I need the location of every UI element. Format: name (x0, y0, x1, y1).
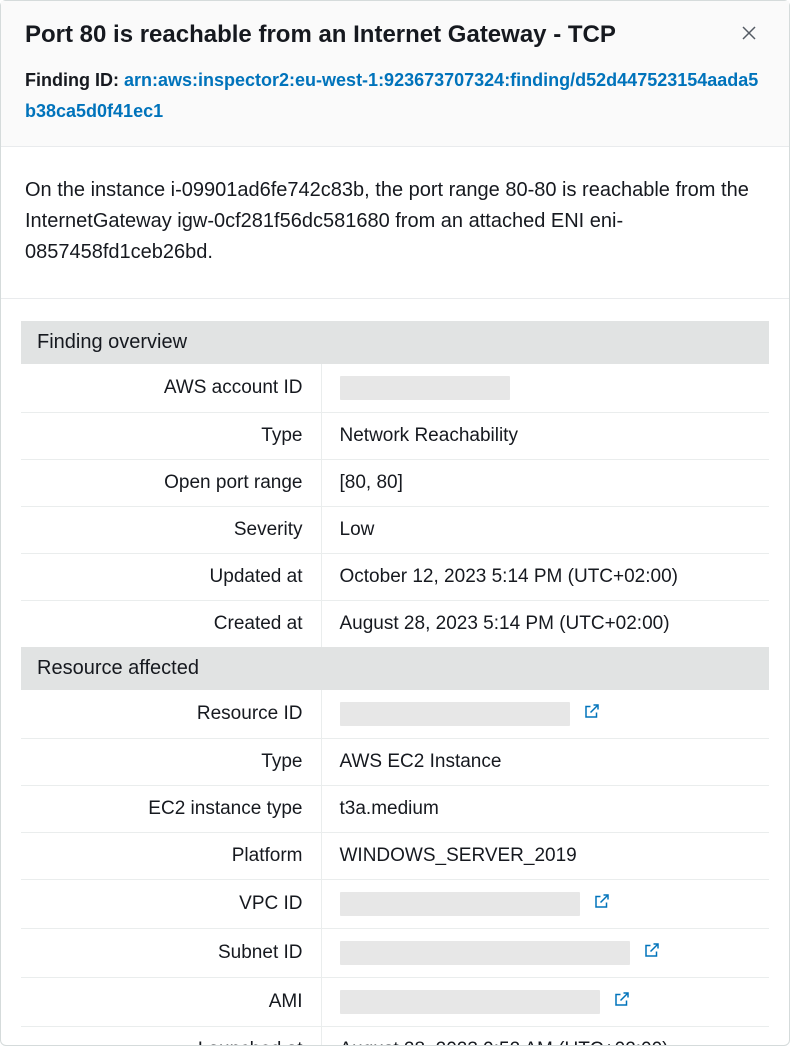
close-icon (740, 24, 758, 47)
external-link-icon (583, 702, 601, 726)
row-type: Type Network Reachability (21, 413, 769, 460)
finding-id-row: Finding ID: arn:aws:inspector2:eu-west-1… (25, 65, 765, 126)
section-header-overview: Finding overview (21, 321, 769, 364)
ami-link[interactable] (611, 991, 633, 1013)
row-launched-at: Launched at August 28, 2023 9:52 AM (UTC… (21, 1027, 769, 1045)
value-type: Network Reachability (321, 413, 769, 460)
value-vpc-id-redacted (340, 892, 580, 916)
panel-content: Finding overview AWS account ID Type Net… (1, 299, 789, 1045)
value-launched-at: August 28, 2023 9:52 AM (UTC+02:00) (321, 1027, 769, 1045)
row-aws-account-id: AWS account ID (21, 364, 769, 413)
finding-id-label: Finding ID: (25, 70, 119, 90)
section-header-resource: Resource affected (21, 647, 769, 690)
value-aws-account-id-redacted (340, 376, 510, 400)
value-updated-at: October 12, 2023 5:14 PM (UTC+02:00) (321, 554, 769, 601)
label-resource-id: Resource ID (21, 690, 321, 739)
label-subnet-id: Subnet ID (21, 929, 321, 978)
row-instance-type: EC2 instance type t3a.medium (21, 786, 769, 833)
resource-id-link[interactable] (581, 703, 603, 725)
row-resource-type: Type AWS EC2 Instance (21, 739, 769, 786)
label-ami: AMI (21, 978, 321, 1027)
external-link-icon (593, 892, 611, 916)
finding-description: On the instance i-09901ad6fe742c83b, the… (1, 147, 789, 299)
close-button[interactable] (733, 19, 765, 51)
row-ami: AMI (21, 978, 769, 1027)
label-resource-type: Type (21, 739, 321, 786)
row-created-at: Created at August 28, 2023 5:14 PM (UTC+… (21, 601, 769, 648)
label-vpc-id: VPC ID (21, 880, 321, 929)
row-severity: Severity Low (21, 507, 769, 554)
label-severity: Severity (21, 507, 321, 554)
panel-header: Port 80 is reachable from an Internet Ga… (1, 1, 789, 147)
row-vpc-id: VPC ID (21, 880, 769, 929)
vpc-id-link[interactable] (591, 893, 613, 915)
label-platform: Platform (21, 833, 321, 880)
value-instance-type: t3a.medium (321, 786, 769, 833)
label-launched-at: Launched at (21, 1027, 321, 1045)
label-instance-type: EC2 instance type (21, 786, 321, 833)
value-port-range: [80, 80] (321, 460, 769, 507)
value-resource-type: AWS EC2 Instance (321, 739, 769, 786)
value-subnet-id-redacted (340, 941, 630, 965)
external-link-icon (613, 990, 631, 1014)
row-updated-at: Updated at October 12, 2023 5:14 PM (UTC… (21, 554, 769, 601)
overview-table: AWS account ID Type Network Reachability… (21, 364, 769, 647)
value-resource-id-redacted (340, 702, 570, 726)
subnet-id-link[interactable] (641, 942, 663, 964)
row-subnet-id: Subnet ID (21, 929, 769, 978)
label-type: Type (21, 413, 321, 460)
finding-detail-panel: Port 80 is reachable from an Internet Ga… (0, 0, 790, 1046)
finding-id-link[interactable]: arn:aws:inspector2:eu-west-1:92367370732… (25, 70, 758, 121)
row-port-range: Open port range [80, 80] (21, 460, 769, 507)
resource-table: Resource ID Type AWS EC2 Instance EC2 in… (21, 690, 769, 1045)
value-ami-redacted (340, 990, 600, 1014)
label-aws-account-id: AWS account ID (21, 364, 321, 413)
external-link-icon (643, 941, 661, 965)
row-resource-id: Resource ID (21, 690, 769, 739)
title-row: Port 80 is reachable from an Internet Ga… (25, 19, 765, 51)
value-platform: WINDOWS_SERVER_2019 (321, 833, 769, 880)
label-port-range: Open port range (21, 460, 321, 507)
finding-title: Port 80 is reachable from an Internet Ga… (25, 19, 733, 50)
value-severity: Low (321, 507, 769, 554)
label-updated-at: Updated at (21, 554, 321, 601)
label-created-at: Created at (21, 601, 321, 648)
value-created-at: August 28, 2023 5:14 PM (UTC+02:00) (321, 601, 769, 648)
row-platform: Platform WINDOWS_SERVER_2019 (21, 833, 769, 880)
